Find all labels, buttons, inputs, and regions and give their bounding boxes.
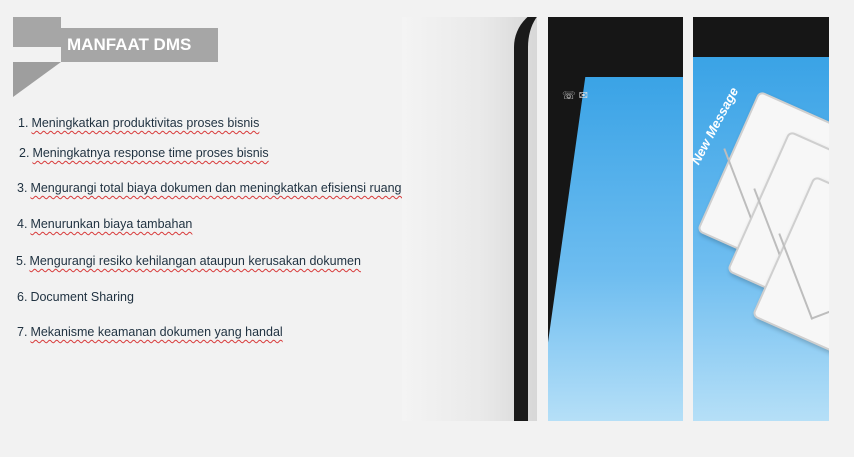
image-panel-3 xyxy=(693,17,829,421)
list-item: 2. Meningkatnya response time proses bisn… xyxy=(19,146,269,160)
list-item: 7. Mekanisme keamanan dokumen yang handal xyxy=(17,325,283,339)
list-item: 4. Menurunkan biaya tambahan xyxy=(17,217,193,231)
image-panel-1 xyxy=(402,17,537,421)
list-item: 5. Mengurangi resiko kehilangan ataupun k… xyxy=(16,254,361,268)
image-panel-2: ☏ ✉ xyxy=(548,17,683,421)
list-item: 1. Meningkatkan produktivitas proses bisn… xyxy=(18,116,260,130)
phone-edge xyxy=(514,17,537,421)
status-icons: ☏ ✉ xyxy=(562,90,589,102)
list-item: 6. Document Sharing xyxy=(17,290,134,304)
